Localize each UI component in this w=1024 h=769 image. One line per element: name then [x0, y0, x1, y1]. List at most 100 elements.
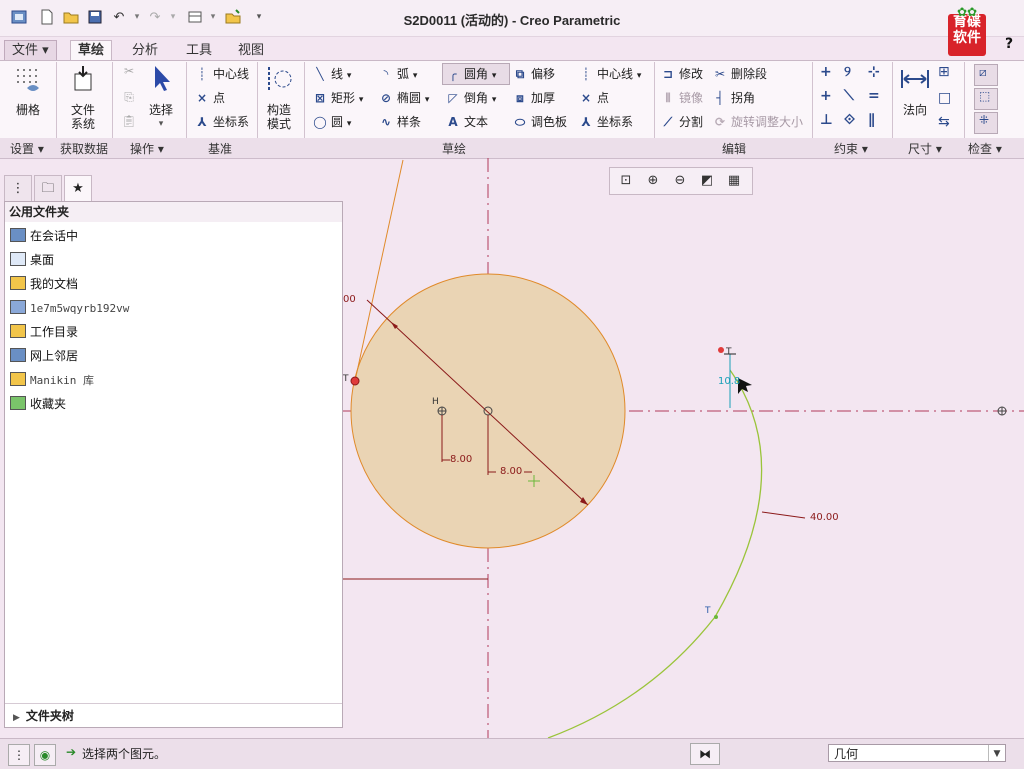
refit-icon[interactable]: ⊡ — [616, 171, 636, 191]
datum-centerline-button[interactable]: ┊ 中心线 — [194, 64, 249, 84]
dimension-label-vertical[interactable]: 8.00 — [500, 466, 522, 477]
selection-filter-icon[interactable]: ⧓ — [690, 743, 720, 765]
line-dropdown-icon[interactable]: ▾ — [347, 71, 352, 81]
sketch-canvas[interactable] — [343, 158, 1024, 738]
sketch-coordinate-system-button[interactable]: ⅄ 坐标系 — [578, 112, 633, 132]
cut-icon[interactable]: ✂ — [120, 64, 138, 78]
toggle-browser-icon[interactable]: ◉ — [34, 744, 56, 766]
copy-icon[interactable]: ⎘ — [120, 90, 138, 105]
folder-my-documents[interactable]: 我的文档 — [10, 274, 78, 294]
line-button[interactable]: ╲ 线 ▾ — [312, 64, 351, 84]
select-dropdown-icon[interactable]: ▾ — [144, 117, 178, 131]
datum-coordinate-system-button[interactable]: ⅄ 坐标系 — [194, 112, 249, 132]
corner-button[interactable]: ┤ 拐角 — [712, 88, 755, 108]
tangent-constraint-icon[interactable]: ୨ — [844, 64, 851, 80]
normal-dimension-button[interactable]: 法向 — [896, 64, 934, 117]
zoom-out-icon[interactable]: ⊖ — [670, 171, 690, 191]
rectangle-button[interactable]: ⊠ 矩形 ▾ — [312, 88, 363, 108]
shade-closed-loops-button[interactable]: ⬚ — [974, 88, 998, 110]
fillet-button[interactable]: ╭ 圆角 ▾ — [445, 64, 496, 84]
tangent-point[interactable] — [350, 376, 360, 386]
construction-mode-button[interactable]: 构造 模式 — [262, 64, 296, 131]
ellipse-button[interactable]: ⊘ 椭圆 ▾ — [378, 88, 429, 108]
symmetric-constraint-icon[interactable]: ⟐ — [844, 112, 855, 128]
centerline-dropdown-icon[interactable]: ▾ — [637, 71, 642, 81]
selection-filter-dropdown[interactable]: 几何 ▼ — [828, 744, 1006, 762]
baseline-dimension-icon[interactable]: □ — [938, 90, 951, 106]
folder-in-session[interactable]: 在会话中 — [10, 226, 78, 246]
arc-dropdown-icon[interactable]: ▾ — [413, 71, 418, 81]
tab-sketch[interactable]: 草绘 — [70, 40, 113, 60]
palette-button[interactable]: ⬭ 调色板 — [512, 112, 567, 132]
perimeter-dimension-icon[interactable]: ⊞ — [938, 64, 950, 80]
folder-favorites[interactable]: 收藏夹 — [10, 394, 66, 414]
group-settings[interactable]: 设置 ▾ — [10, 140, 44, 157]
delete-segment-button[interactable]: ✂ 删除段 — [712, 64, 767, 84]
rectangle-dropdown-icon[interactable]: ▾ — [359, 95, 364, 105]
group-sketch[interactable]: 草绘 — [442, 140, 466, 157]
text-button[interactable]: A 文本 — [445, 112, 488, 132]
group-inspect[interactable]: 检查 ▾ — [968, 140, 1002, 157]
dimension-label-diameter[interactable]: 00 — [343, 294, 356, 305]
midpoint-constraint-icon[interactable]: ⊹ — [868, 64, 880, 80]
display-style-icon[interactable]: ▦ — [724, 171, 744, 191]
highlight-open-ends-button[interactable]: ⁜ — [974, 112, 998, 134]
tab-analysis[interactable]: 分析 — [124, 40, 166, 61]
equal-constraint-icon[interactable]: = — [868, 88, 880, 104]
folder-network[interactable]: 网上邻居 — [10, 346, 78, 366]
tab-tools[interactable]: 工具 — [178, 40, 220, 61]
sketch-centerline-button[interactable]: ┊ 中心线 ▾ — [578, 64, 641, 84]
chevron-down-icon[interactable]: ▼ — [988, 745, 1005, 761]
fillet-dropdown-icon[interactable]: ▾ — [492, 71, 497, 81]
folder-desktop[interactable]: 桌面 — [10, 250, 54, 270]
coincident-constraint-icon[interactable]: ⟍ — [844, 88, 854, 104]
horizontal-constraint-icon[interactable]: + — [820, 88, 832, 104]
rotate-resize-button[interactable]: ⟳ 旋转调整大小 — [712, 112, 803, 132]
arc-end-point[interactable] — [718, 347, 724, 353]
paste-icon[interactable]: 📋︎ — [120, 114, 138, 128]
folder-tree-toggle[interactable]: ▶ 文件夹树 — [5, 703, 342, 727]
tab-view[interactable]: 视图 — [230, 40, 272, 61]
model-tree-tab-icon[interactable]: ⋮ — [4, 175, 32, 203]
folder-browser-tab-icon[interactable]: 🗀︎ — [34, 175, 62, 203]
toggle-navigator-icon[interactable]: ⋮ — [8, 744, 30, 766]
tab-file[interactable]: 文件 ▾ — [4, 40, 57, 61]
favorites-tab-icon[interactable]: ★ — [64, 175, 92, 203]
circle-dropdown-icon[interactable]: ▾ — [347, 119, 352, 129]
group-get-data[interactable]: 获取数据 — [60, 140, 108, 157]
group-constraint[interactable]: 约束 ▾ — [834, 140, 868, 157]
dimension-label-radius[interactable]: 40.00 — [810, 512, 839, 523]
divide-button[interactable]: ⟋ 分割 — [660, 112, 703, 132]
chamfer-button[interactable]: ◸ 倒角 ▾ — [445, 88, 496, 108]
grid-button[interactable]: 栅格 — [8, 64, 48, 117]
spline-button[interactable]: ∿ 样条 — [378, 112, 421, 132]
file-system-button[interactable]: 文件 系统 — [62, 64, 104, 131]
offset-button[interactable]: ⧉ 偏移 — [512, 64, 555, 84]
group-dimension[interactable]: 尺寸 ▾ — [908, 140, 942, 157]
parallel-constraint-icon[interactable]: ∥ — [868, 112, 875, 128]
folder-computer[interactable]: 1e7m5wqyrb192vw — [10, 298, 129, 318]
reference-dimension-icon[interactable]: ⇆ — [938, 114, 950, 130]
vertical-constraint-icon[interactable]: + — [820, 64, 832, 80]
ellipse-dropdown-icon[interactable]: ▾ — [425, 95, 430, 105]
folder-working-directory[interactable]: 工作目录 — [10, 322, 78, 342]
repaint-icon[interactable]: ◩ — [697, 171, 717, 191]
perpendicular-constraint-icon[interactable]: ⊥ — [820, 112, 833, 128]
dimension-label-small[interactable]: 10.8 — [718, 376, 740, 387]
zoom-in-icon[interactable]: ⊕ — [643, 171, 663, 191]
sketch-circle[interactable] — [350, 273, 626, 549]
overlapping-geometry-button[interactable]: ⧄ — [974, 64, 998, 86]
group-operations[interactable]: 操作 ▾ — [130, 140, 164, 157]
dimension-label-horizontal[interactable]: 8.00 — [450, 454, 472, 465]
sketch-point-button[interactable]: × 点 — [578, 88, 609, 108]
folder-manikin-library[interactable]: Manikin 库 — [10, 370, 94, 390]
group-datum[interactable]: 基准 — [208, 140, 232, 157]
thicken-button[interactable]: ⧈ 加厚 — [512, 88, 555, 108]
mirror-button[interactable]: ⫴ 镜像 — [660, 88, 703, 108]
arc-button[interactable]: ◝ 弧 ▾ — [378, 64, 418, 84]
group-edit[interactable]: 编辑 — [722, 140, 746, 157]
chamfer-dropdown-icon[interactable]: ▾ — [492, 95, 497, 105]
select-button[interactable]: 选择 ▾ — [144, 64, 178, 131]
datum-point-button[interactable]: × 点 — [194, 88, 225, 108]
modify-button[interactable]: ⊐ 修改 — [660, 64, 703, 84]
